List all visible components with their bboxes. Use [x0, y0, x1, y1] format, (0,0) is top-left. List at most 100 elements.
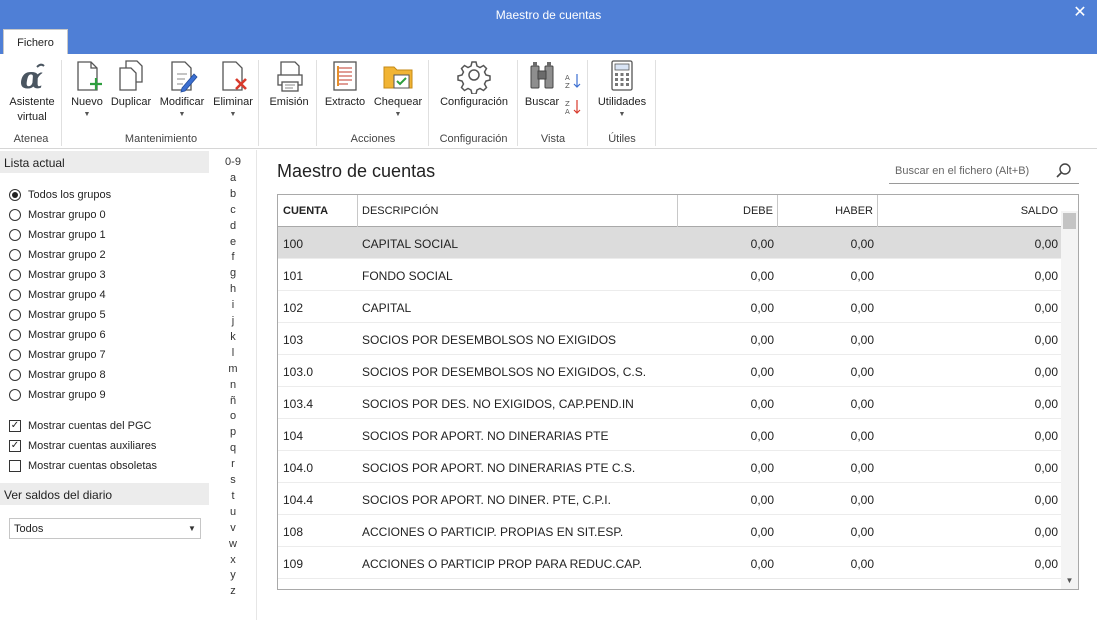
table-row[interactable]: 103.4 SOCIOS POR DES. NO EXIGIDOS, CAP.PE…	[278, 387, 1062, 419]
option-checkbox-row[interactable]: ✓ Mostrar cuentas del PGC	[9, 418, 152, 434]
radio-button[interactable]	[9, 189, 21, 201]
group-radio-option[interactable]: Mostrar grupo 3	[9, 267, 106, 283]
utilidades-button[interactable]: Utilidades ▼	[593, 58, 651, 119]
alphabet-letter[interactable]: g	[211, 267, 255, 279]
search-icon[interactable]	[1055, 162, 1073, 180]
group-radio-option[interactable]: Mostrar grupo 2	[9, 247, 106, 263]
group-radio-option[interactable]: Mostrar grupo 7	[9, 347, 106, 363]
tab-fichero[interactable]: Fichero	[3, 29, 68, 54]
cell-cuenta: 101	[283, 269, 304, 283]
table-row[interactable]: 108 ACCIONES O PARTICIP. PROPIAS EN SIT.E…	[278, 515, 1062, 547]
buscar-button[interactable]: Buscar	[522, 58, 562, 109]
search-input[interactable]	[889, 162, 1049, 180]
table-row[interactable]: 101 FONDO SOCIAL 0,00 0,00 0,00	[278, 259, 1062, 291]
alphabet-letter[interactable]: m	[211, 363, 255, 375]
alphabet-letter[interactable]: i	[211, 299, 255, 311]
modificar-button[interactable]: Modificar ▼	[156, 58, 208, 119]
chequear-button[interactable]: Chequear ▼	[371, 58, 425, 119]
table-row[interactable]: 104.0 SOCIOS POR APORT. NO DINERARIAS PTE…	[278, 451, 1062, 483]
alphabet-letter[interactable]: ñ	[211, 395, 255, 407]
radio-button[interactable]	[9, 329, 21, 341]
configuracion-button[interactable]: Configuración	[433, 58, 515, 109]
alphabet-letter[interactable]: t	[211, 490, 255, 502]
group-radio-option[interactable]: Mostrar grupo 9	[9, 387, 106, 403]
sort-za-button[interactable]: ZA	[563, 98, 583, 119]
radio-button[interactable]	[9, 349, 21, 361]
group-radio-option[interactable]: Mostrar grupo 4	[9, 287, 106, 303]
column-header-descripcion[interactable]: DESCRIPCIÓN	[358, 195, 678, 227]
alphabet-letter[interactable]: u	[211, 506, 255, 518]
alphabet-letter[interactable]: p	[211, 426, 255, 438]
filter-panel: Lista actual Todos los grupos Mostrar gru…	[0, 150, 210, 620]
scroll-down-icon[interactable]: ▼	[1061, 573, 1078, 589]
table-row[interactable]: 104 SOCIOS POR APORT. NO DINERARIAS PTE 0,…	[278, 419, 1062, 451]
table-row[interactable]: 103.0 SOCIOS POR DESEMBOLSOS NO EXIGIDOS,…	[278, 355, 1062, 387]
radio-button[interactable]	[9, 309, 21, 321]
extracto-button[interactable]: Extracto	[321, 58, 369, 109]
option-checkbox-row[interactable]: Mostrar cuentas obsoletas	[9, 458, 157, 474]
emision-button[interactable]: Emisión	[265, 58, 313, 109]
radio-button[interactable]	[9, 369, 21, 381]
option-checkbox-row[interactable]: ✓ Mostrar cuentas auxiliares	[9, 438, 156, 454]
alphabet-letter[interactable]: r	[211, 458, 255, 470]
table-row[interactable]: 103 SOCIOS POR DESEMBOLSOS NO EXIGIDOS 0,0…	[278, 323, 1062, 355]
duplicar-button[interactable]: Duplicar	[107, 58, 155, 109]
alphabet-letter[interactable]: 0-9	[211, 156, 255, 168]
alphabet-letter[interactable]: y	[211, 569, 255, 581]
alphabet-letter[interactable]: a	[211, 172, 255, 184]
asistente-virtual-button[interactable]: α Asistente virtual	[4, 58, 60, 124]
radio-button[interactable]	[9, 209, 21, 221]
alphabet-letter[interactable]: j	[211, 315, 255, 327]
alphabet-letter[interactable]: x	[211, 554, 255, 566]
alphabet-letter[interactable]: q	[211, 442, 255, 454]
alphabet-letter[interactable]: e	[211, 236, 255, 248]
scrollbar-thumb[interactable]	[1063, 213, 1076, 229]
alphabet-letter[interactable]: l	[211, 347, 255, 359]
group-radio-option[interactable]: Mostrar grupo 1	[9, 227, 106, 243]
alphabet-letter[interactable]: c	[211, 204, 255, 216]
radio-label: Mostrar grupo 1	[28, 229, 106, 241]
column-header-cuenta[interactable]: CUENTA	[278, 195, 358, 227]
alphabet-letter[interactable]: w	[211, 538, 255, 550]
radio-button[interactable]	[9, 389, 21, 401]
nuevo-button[interactable]: Nuevo ▼	[67, 58, 107, 119]
alphabet-letter[interactable]: s	[211, 474, 255, 486]
checkbox-label: Mostrar cuentas auxiliares	[28, 440, 157, 452]
alphabet-letter[interactable]: d	[211, 220, 255, 232]
accounts-table: CUENTA DESCRIPCIÓN DEBE HABER SALDO 100 C…	[277, 194, 1079, 590]
group-radio-option[interactable]: Todos los grupos	[9, 187, 111, 203]
close-icon[interactable]: ✕	[1071, 4, 1089, 22]
group-radio-option[interactable]: Mostrar grupo 6	[9, 327, 106, 343]
checkbox[interactable]: ✓	[9, 420, 21, 432]
group-radio-option[interactable]: Mostrar grupo 8	[9, 367, 106, 383]
alphabet-letter[interactable]: b	[211, 188, 255, 200]
checkbox[interactable]	[9, 460, 21, 472]
saldos-select[interactable]: Todos ▼	[9, 518, 201, 539]
radio-button[interactable]	[9, 269, 21, 281]
alphabet-letter[interactable]: v	[211, 522, 255, 534]
alphabet-letter[interactable]: o	[211, 410, 255, 422]
vertical-scrollbar[interactable]: ▼	[1061, 211, 1078, 589]
checkbox[interactable]: ✓	[9, 440, 21, 452]
calculator-icon	[605, 58, 639, 94]
column-header-debe[interactable]: DEBE	[678, 195, 778, 227]
table-row[interactable]: 102 CAPITAL 0,00 0,00 0,00	[278, 291, 1062, 323]
eliminar-button[interactable]: Eliminar ▼	[210, 58, 256, 119]
table-row[interactable]: 104.4 SOCIOS POR APORT. NO DINER. PTE, C.…	[278, 483, 1062, 515]
radio-button[interactable]	[9, 249, 21, 261]
table-row[interactable]: 100 CAPITAL SOCIAL 0,00 0,00 0,00	[278, 227, 1062, 259]
group-radio-option[interactable]: Mostrar grupo 5	[9, 307, 106, 323]
alphabet-letter[interactable]: k	[211, 331, 255, 343]
radio-button[interactable]	[9, 289, 21, 301]
table-row[interactable]: 109 ACCIONES O PARTICIP PROP PARA REDUC.C…	[278, 547, 1062, 579]
group-radio-option[interactable]: Mostrar grupo 0	[9, 207, 106, 223]
alphabet-letter[interactable]: h	[211, 283, 255, 295]
separator	[61, 60, 62, 146]
radio-button[interactable]	[9, 229, 21, 241]
sort-az-button[interactable]: AZ	[563, 72, 583, 93]
alphabet-letter[interactable]: z	[211, 585, 255, 597]
alphabet-letter[interactable]: n	[211, 379, 255, 391]
column-header-saldo[interactable]: SALDO	[878, 195, 1062, 227]
column-header-haber[interactable]: HABER	[778, 195, 878, 227]
alphabet-letter[interactable]: f	[211, 251, 255, 263]
